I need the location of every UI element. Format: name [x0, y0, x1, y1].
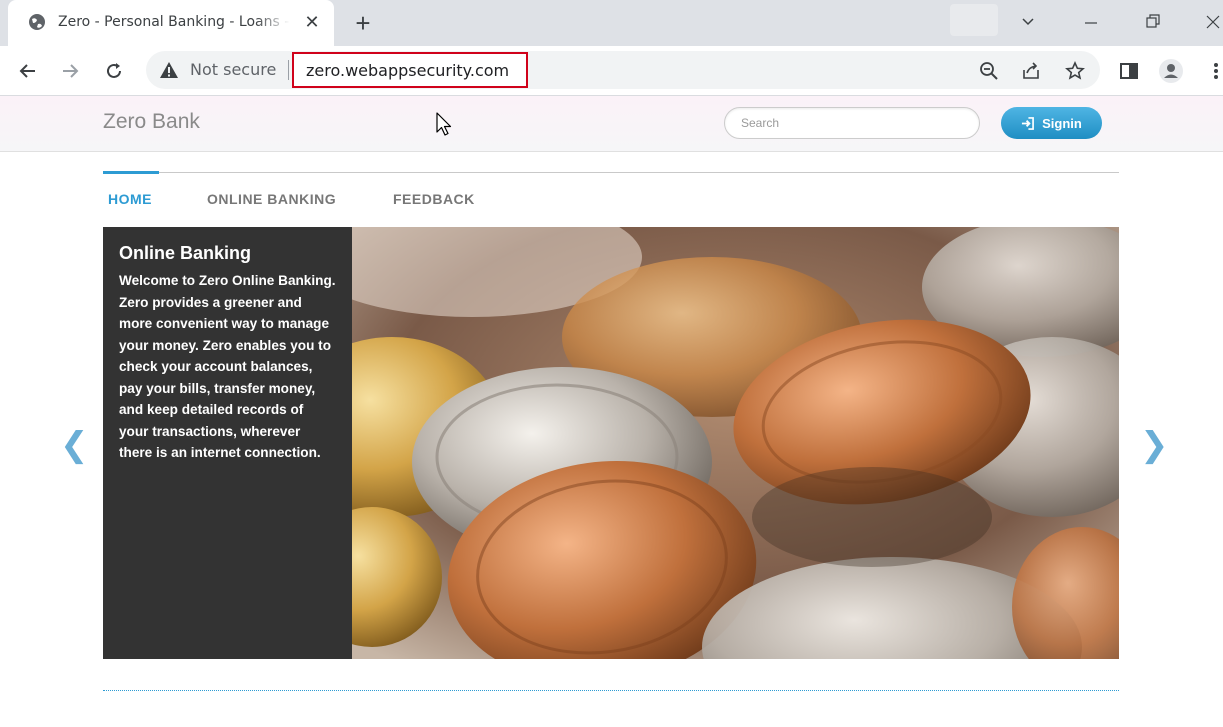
star-icon[interactable]	[1064, 60, 1086, 82]
tab-home[interactable]: HOME	[108, 191, 152, 207]
globe-icon	[29, 14, 45, 30]
brand-logo[interactable]: Zero Bank	[103, 110, 200, 134]
coins-photo	[352, 227, 1119, 659]
close-window-button[interactable]	[1200, 8, 1223, 36]
url-highlight-box[interactable]: zero.webappsecurity.com	[292, 52, 528, 88]
signin-icon	[1022, 116, 1035, 130]
share-icon[interactable]	[1020, 60, 1042, 82]
minimize-button[interactable]	[1078, 8, 1104, 36]
url-text[interactable]: zero.webappsecurity.com	[306, 61, 509, 80]
search-input[interactable]	[724, 107, 980, 139]
section-divider	[103, 690, 1119, 691]
carousel: Online Banking Welcome to Zero Online Ba…	[103, 227, 1119, 659]
tab-search-chevron-icon[interactable]	[1015, 8, 1041, 36]
nav-active-indicator	[103, 171, 159, 174]
warning-icon[interactable]	[159, 61, 179, 79]
caption-text: Welcome to Zero Online Banking. Zero pro…	[119, 273, 336, 460]
browser-tab-strip: Zero - Personal Banking - Loans - Credit…	[0, 0, 1223, 46]
coins-illustration	[352, 227, 1119, 659]
browser-toolbar: Not secure zero.webappsecurity.com	[0, 46, 1223, 96]
tab-title: Zero - Personal Banking - Loans - Credit…	[58, 14, 290, 30]
signin-button[interactable]: Signin	[1001, 107, 1102, 139]
browser-tab[interactable]: Zero - Personal Banking - Loans - Credit…	[8, 0, 334, 46]
tab-strip-blank-area	[950, 4, 998, 36]
omnibox-divider	[288, 60, 289, 80]
carousel-next-icon[interactable]: ❯	[1140, 425, 1169, 465]
reload-button[interactable]	[101, 59, 127, 83]
security-status-label[interactable]: Not secure	[190, 60, 276, 79]
back-button[interactable]	[15, 59, 41, 83]
new-tab-button[interactable]: +	[350, 9, 376, 37]
forward-icon	[63, 64, 79, 78]
profile-icon[interactable]	[1159, 59, 1183, 83]
menu-icon[interactable]	[1204, 59, 1223, 83]
address-bar[interactable]: Not secure zero.webappsecurity.com	[146, 51, 1100, 89]
site-header: Zero Bank Signin	[0, 96, 1223, 152]
caption-title: Online Banking	[119, 243, 252, 263]
carousel-caption: Online Banking Welcome to Zero Online Ba…	[103, 227, 352, 659]
back-icon	[19, 64, 35, 78]
mouse-cursor-icon	[436, 112, 452, 136]
carousel-prev-icon[interactable]: ❮	[60, 425, 89, 465]
reload-icon	[107, 63, 121, 78]
forward-button[interactable]	[57, 59, 83, 83]
signin-label: Signin	[1042, 115, 1082, 131]
restore-button[interactable]	[1140, 8, 1166, 36]
tab-close-icon[interactable]: ✕	[302, 12, 322, 32]
zoom-icon[interactable]	[978, 60, 1000, 82]
side-panel-icon[interactable]	[1117, 59, 1141, 83]
nav-divider	[103, 172, 1119, 173]
tab-feedback[interactable]: FEEDBACK	[393, 191, 475, 207]
tab-online-banking[interactable]: ONLINE BANKING	[207, 191, 336, 207]
